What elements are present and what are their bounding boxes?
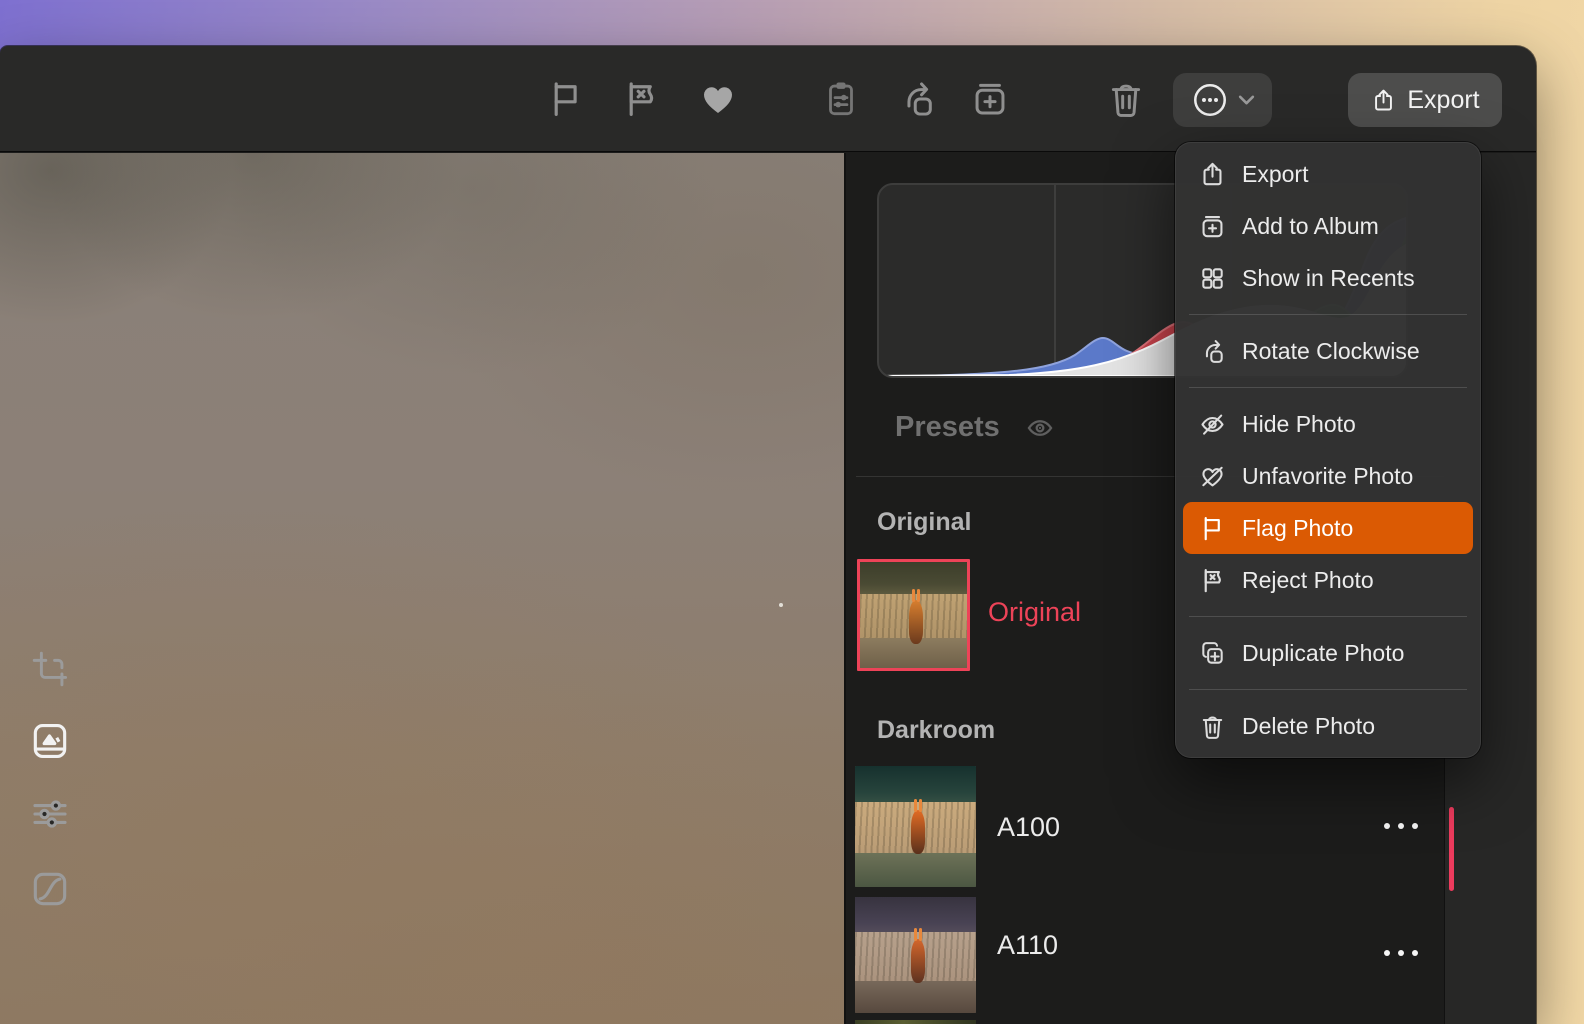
menu-item-label: Rotate Clockwise — [1242, 337, 1420, 364]
menu-item-unfavorite-photo[interactable]: Unfavorite Photo — [1183, 450, 1473, 502]
eye-slash-icon — [1197, 409, 1227, 439]
export-button[interactable]: Export — [1348, 73, 1502, 127]
share-icon — [1375, 89, 1393, 110]
menu-divider — [1189, 689, 1467, 690]
hare-subject — [910, 927, 925, 983]
presets-title: Presets — [895, 411, 1000, 443]
section-title-darkroom: Darkroom — [877, 716, 996, 744]
menu-item-label: Duplicate Photo — [1242, 639, 1405, 666]
curves-tool-icon[interactable] — [27, 866, 73, 912]
menu-divider — [1189, 616, 1467, 617]
hare-subject — [910, 798, 925, 854]
duplicate-icon — [1197, 638, 1227, 668]
reject-flag-icon[interactable] — [619, 77, 663, 121]
add-to-album-icon[interactable] — [968, 77, 1012, 121]
desktop: Export Presets Original Original Darkroo… — [0, 0, 1584, 1024]
menu-item-hide-photo[interactable]: Hide Photo — [1183, 398, 1473, 450]
export-button-label: Export — [1407, 85, 1480, 114]
menu-item-duplicate-photo[interactable]: Duplicate Photo — [1183, 627, 1473, 679]
preset-more-options-a100[interactable] — [1384, 818, 1418, 834]
menu-item-flag-photo[interactable]: Flag Photo — [1183, 502, 1473, 554]
heart-slash-icon — [1197, 461, 1227, 491]
delete-icon[interactable] — [1104, 77, 1148, 121]
flag-icon[interactable] — [544, 77, 588, 121]
flag-x-icon — [1197, 565, 1227, 595]
scroll-indicator[interactable] — [1449, 807, 1454, 891]
rotate-clockwise-icon — [1197, 336, 1227, 366]
menu-item-label: Reject Photo — [1242, 566, 1374, 593]
menu-item-label: Unfavorite Photo — [1242, 462, 1414, 489]
preset-label-a110[interactable]: A110 — [997, 930, 1058, 961]
chevron-down-icon — [1238, 95, 1254, 105]
preset-label-original[interactable]: Original — [988, 597, 1081, 628]
copy-edits-icon[interactable] — [819, 77, 863, 121]
filmstrip-tool-icon[interactable] — [27, 718, 73, 764]
preset-more-options-a110[interactable] — [1384, 945, 1418, 961]
rotate-clockwise-icon[interactable] — [895, 77, 939, 121]
toolbar: Export — [0, 46, 1536, 152]
menu-item-delete-photo[interactable]: Delete Photo — [1183, 700, 1473, 752]
dust-spot — [779, 603, 783, 607]
menu-divider — [1189, 314, 1467, 315]
flag-icon — [1197, 513, 1227, 543]
menu-item-label: Add to Album — [1242, 212, 1379, 239]
circle-ellipsis-icon — [1193, 84, 1226, 116]
more-options-button[interactable] — [1173, 73, 1272, 127]
grid-icon — [1197, 263, 1227, 293]
hare-subject — [909, 589, 924, 645]
menu-divider — [1189, 387, 1467, 388]
thumb-ground — [855, 980, 976, 1013]
photo-canvas[interactable] — [0, 153, 846, 1024]
preset-label-a100[interactable]: A100 — [997, 812, 1060, 843]
preset-thumbnail-a100[interactable] — [855, 766, 976, 887]
share-icon — [1197, 159, 1227, 189]
favorite-heart-icon[interactable] — [696, 77, 740, 121]
next-preset-thumbnail-partial — [855, 1020, 976, 1024]
crop-tool-icon[interactable] — [27, 646, 73, 692]
menu-item-label: Hide Photo — [1242, 410, 1356, 437]
menu-item-export[interactable]: Export — [1183, 148, 1473, 200]
preview-eye-icon[interactable] — [1022, 412, 1058, 444]
preset-thumbnail-a110[interactable] — [855, 897, 976, 1013]
context-menu: Export Add to Album Show in Recents Rota… — [1175, 142, 1481, 758]
menu-item-label: Export — [1242, 160, 1309, 187]
presets-header: Presets — [895, 411, 1058, 444]
menu-item-rotate-clockwise[interactable]: Rotate Clockwise — [1183, 325, 1473, 377]
menu-item-reject-photo[interactable]: Reject Photo — [1183, 554, 1473, 606]
trash-icon — [1197, 711, 1227, 741]
adjustments-tool-icon[interactable] — [27, 791, 73, 837]
menu-item-label: Show in Recents — [1242, 264, 1415, 291]
menu-item-add-to-album[interactable]: Add to Album — [1183, 200, 1473, 252]
menu-item-label: Flag Photo — [1242, 514, 1354, 541]
preset-thumbnail-original[interactable] — [857, 559, 970, 671]
section-title-original: Original — [877, 508, 972, 536]
menu-item-show-in-recents[interactable]: Show in Recents — [1183, 252, 1473, 304]
album-add-icon — [1197, 211, 1227, 241]
menu-item-label: Delete Photo — [1242, 712, 1375, 739]
thumb-ground — [855, 853, 976, 887]
